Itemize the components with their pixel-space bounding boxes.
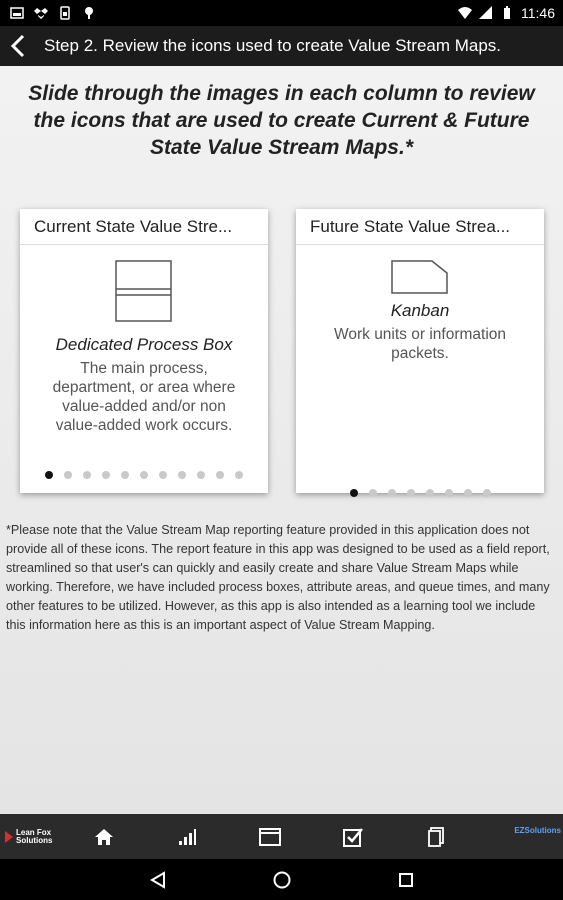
- logo-text: Lean Fox Solutions: [16, 828, 53, 845]
- dedicated-process-box-icon: [115, 260, 172, 322]
- pager-dot[interactable]: [235, 471, 243, 479]
- ezsolutions-brand: EZSolutions: [514, 826, 561, 835]
- current-state-card[interactable]: Current State Value Stre... Dedicated Pr…: [20, 209, 268, 493]
- pager-dot[interactable]: [368, 489, 377, 497]
- carousel-item-name: Dedicated Process Box: [55, 335, 233, 354]
- toolbar-reports-button[interactable]: [145, 814, 228, 859]
- battery-icon: [504, 6, 510, 19]
- signal-icon: [479, 6, 492, 19]
- future-state-card[interactable]: Future State Value Strea... Kanban Work …: [296, 209, 544, 497]
- nav-back-button[interactable]: [146, 868, 170, 892]
- sim-icon: [60, 6, 70, 20]
- future-state-carousel[interactable]: Kanban Work units or information packets…: [296, 259, 544, 363]
- toolbar-home-button[interactable]: [62, 814, 145, 859]
- status-left-icons: [10, 6, 96, 20]
- disclaimer-note: *Please note that the Value Stream Map r…: [6, 523, 550, 632]
- checkbox-icon: [342, 827, 363, 847]
- pager-dot[interactable]: [197, 471, 205, 479]
- pager-dot[interactable]: [102, 471, 110, 479]
- toolbar-document-button[interactable]: [394, 814, 477, 859]
- bottom-toolbar: Lean Fox Solutions EZSolutions: [0, 814, 563, 859]
- back-triangle-icon: [149, 870, 165, 889]
- main-content: Slide through the images in each column …: [0, 66, 563, 814]
- window-icon: [258, 827, 281, 846]
- pager-dot[interactable]: [482, 489, 491, 497]
- home-icon: [94, 828, 113, 845]
- fox-logo-icon: [5, 830, 13, 843]
- intro-text: Slide through the images in each column …: [28, 82, 535, 159]
- pager-dot[interactable]: [216, 471, 224, 479]
- nav-recents-button[interactable]: [394, 868, 418, 892]
- pager-dot[interactable]: [406, 489, 415, 497]
- toolbar-window-button[interactable]: [228, 814, 311, 859]
- photo-icon: [10, 7, 24, 19]
- toolbar-checklist-button[interactable]: [311, 814, 394, 859]
- future-state-card-header: Future State Value Strea...: [296, 209, 544, 245]
- current-state-pager[interactable]: [20, 471, 268, 479]
- document-icon: [427, 826, 444, 847]
- current-state-carousel[interactable]: Dedicated Process Box The main process, …: [20, 259, 268, 435]
- pager-dot[interactable]: [425, 489, 434, 497]
- page-title: Step 2. Review the icons used to create …: [44, 36, 502, 55]
- carousel-item-description: The main process, department, or area wh…: [52, 360, 236, 434]
- pager-dot[interactable]: [463, 489, 472, 497]
- dropbox-icon: [34, 8, 48, 19]
- wifi-icon: [458, 7, 472, 19]
- back-button[interactable]: [0, 26, 36, 66]
- app-bar: Step 2. Review the icons used to create …: [0, 26, 563, 66]
- android-icon: [85, 7, 93, 19]
- pager-dot[interactable]: [83, 471, 91, 479]
- pager-dot[interactable]: [159, 471, 167, 479]
- kanban-icon: [391, 260, 448, 294]
- status-bar: 11:46: [0, 0, 563, 26]
- chevron-left-icon: [10, 34, 25, 58]
- carousel-item-description: Work units or information packets.: [334, 326, 506, 362]
- pager-dot[interactable]: [387, 489, 396, 497]
- future-state-pager[interactable]: [296, 489, 544, 497]
- status-right-icons: 11:46: [458, 5, 555, 21]
- lean-fox-logo: Lean Fox Solutions: [0, 814, 62, 859]
- current-state-card-header: Current State Value Stre...: [20, 209, 268, 245]
- home-circle-icon: [273, 871, 290, 888]
- signal-bars-icon: [178, 828, 196, 845]
- pager-dot[interactable]: [444, 489, 453, 497]
- nav-home-button[interactable]: [270, 868, 294, 892]
- status-time: 11:46: [521, 5, 555, 21]
- pager-dot[interactable]: [64, 471, 72, 479]
- system-nav-bar: [0, 859, 563, 900]
- carousel-item-name: Kanban: [390, 301, 450, 320]
- pager-dot[interactable]: [349, 489, 358, 497]
- pager-dot[interactable]: [140, 471, 148, 479]
- logo-line-2: Solutions: [16, 835, 53, 845]
- pager-dot[interactable]: [178, 471, 186, 479]
- recents-square-icon: [398, 872, 413, 887]
- pager-dot[interactable]: [121, 471, 129, 479]
- pager-dot[interactable]: [45, 471, 53, 479]
